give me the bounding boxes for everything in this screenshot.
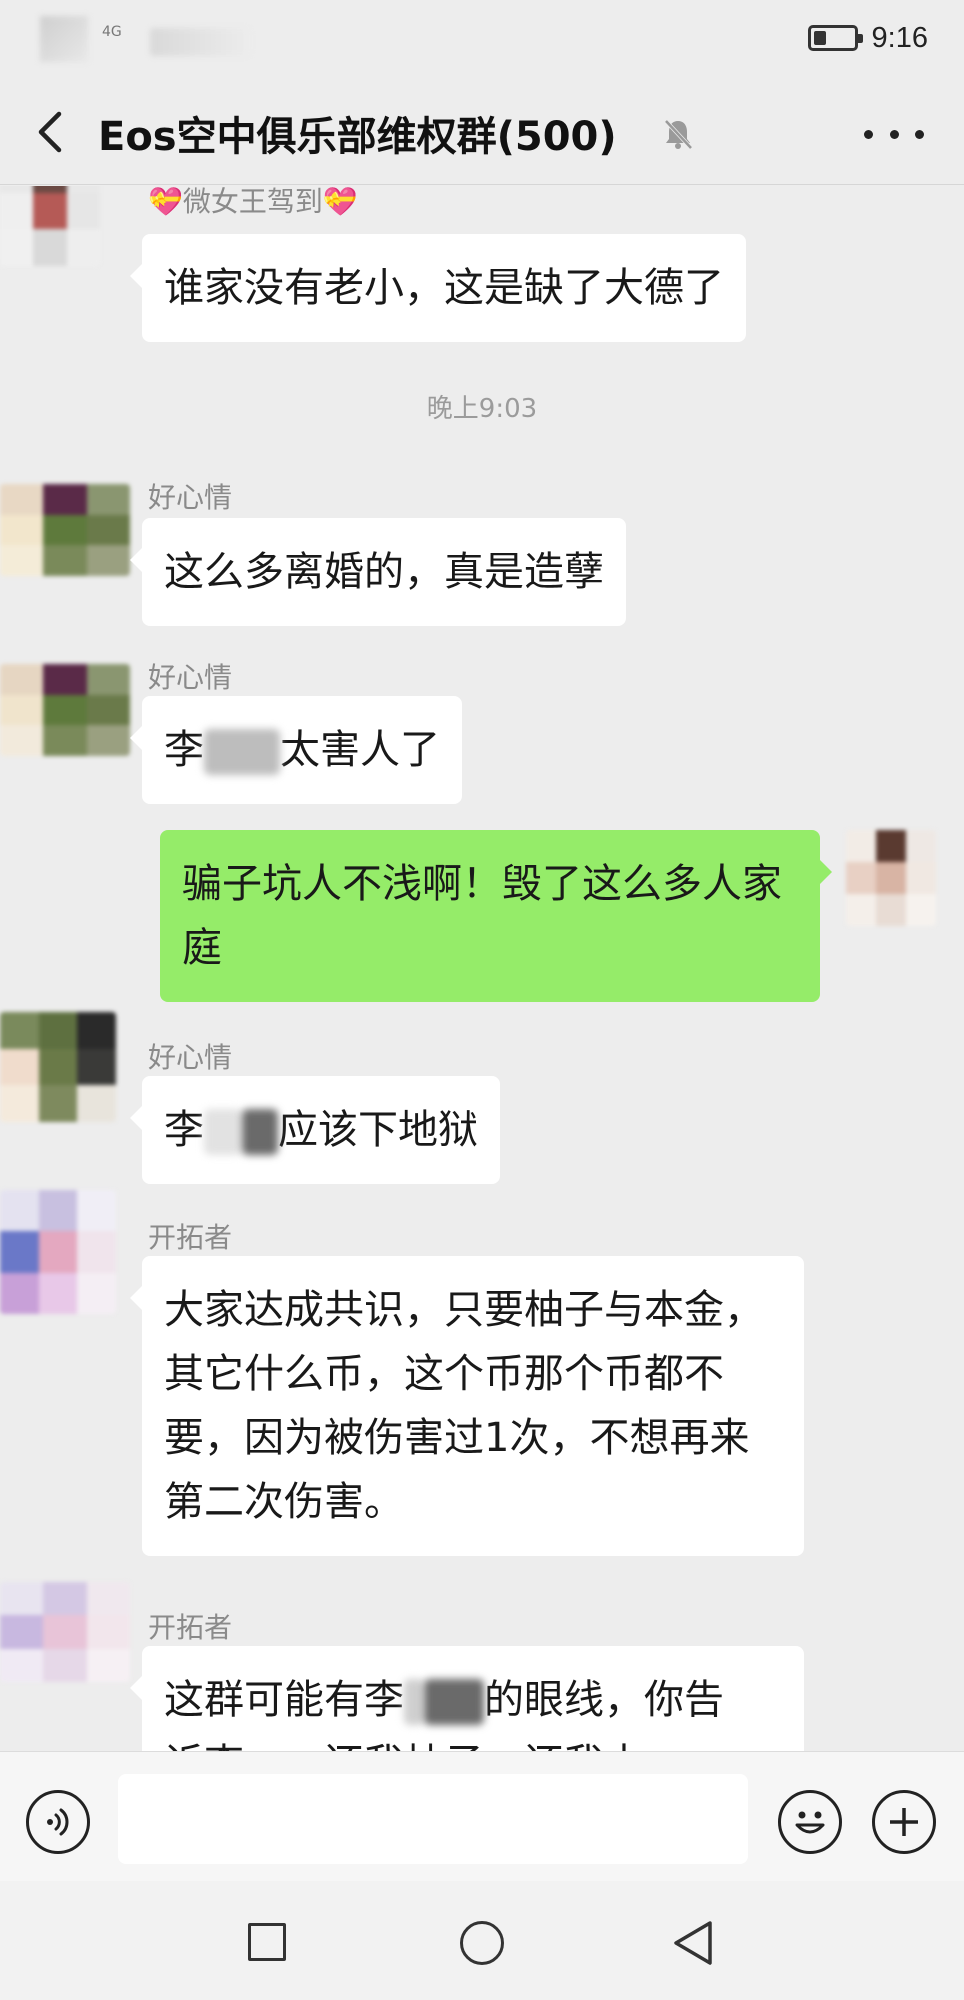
message-text: 应该下地狱 xyxy=(278,1107,478,1153)
message-text: 李 xyxy=(164,727,204,773)
message-bubble-own[interactable]: 骗子坑人不浅啊！毁了这么多人家庭 xyxy=(160,830,832,1002)
system-navigation-bar xyxy=(0,1881,964,2000)
redacted-text xyxy=(404,1679,424,1725)
status-right: 9:16 xyxy=(807,18,928,58)
avatar[interactable] xyxy=(846,830,936,926)
message-bubble[interactable]: 李 太害人了 xyxy=(130,696,462,804)
redacted-text xyxy=(204,1109,242,1155)
redacted-text xyxy=(242,1109,278,1155)
message-bubble[interactable]: 这群可能有李 的眼线，你告 诉李…，还我柚子，还我本 xyxy=(130,1646,804,1751)
triangle-back-icon[interactable] xyxy=(670,1919,716,1967)
message-bubble[interactable]: 这么多离婚的，真是造孽 xyxy=(130,518,626,626)
message-bubble[interactable]: 谁家没有老小，这是缺了大德了 xyxy=(130,234,746,342)
time-divider: 晚上9:03 xyxy=(426,394,538,424)
message-text: 这群可能有李 xyxy=(164,1677,404,1723)
sender-name: 好心情 xyxy=(148,1041,233,1074)
network-type: 4G xyxy=(102,24,122,40)
voice-button[interactable] xyxy=(26,1790,90,1854)
sender-name: 开拓者 xyxy=(148,1611,233,1644)
message-list[interactable]: 💝微女王驾到💝 谁家没有老小，这是缺了大德了 晚上9:03 好心情 这么多离婚的… xyxy=(0,186,964,1751)
sender-name: 开拓者 xyxy=(148,1221,233,1254)
plus-icon xyxy=(890,1808,918,1836)
back-button[interactable] xyxy=(26,108,74,156)
sender-name: 好心情 xyxy=(148,661,233,694)
sender-name: 💝微女王驾到💝 xyxy=(148,186,358,218)
redacted-text xyxy=(204,729,280,775)
sender-name: 好心情 xyxy=(148,481,233,514)
input-bar xyxy=(0,1751,964,1881)
circle-icon[interactable] xyxy=(460,1921,504,1965)
signal-indicators: 4G xyxy=(40,16,260,64)
emoji-icon xyxy=(795,1811,825,1834)
message-bubble[interactable]: 大家达成共识，只要柚子与本金，其它什么币，这个币那个币都不要，因为被伤害过1次，… xyxy=(130,1256,804,1556)
message-input[interactable] xyxy=(118,1774,748,1864)
sim-icon xyxy=(40,16,88,62)
status-time: 9:16 xyxy=(871,21,928,54)
bell-muted-icon xyxy=(664,119,693,150)
more-button[interactable] xyxy=(864,116,924,152)
status-bar: 4G 9:16 xyxy=(0,0,964,80)
avatar[interactable] xyxy=(0,664,130,756)
chat-header: Eos空中俱乐部维权群(500) xyxy=(0,80,964,185)
avatar[interactable] xyxy=(0,484,130,576)
avatar[interactable] xyxy=(0,186,100,266)
message-bubble[interactable]: 李 应该下地狱 xyxy=(130,1076,500,1184)
avatar[interactable] xyxy=(0,1012,116,1122)
message-line: 诉李…，还我柚子，还我本 xyxy=(164,1732,782,1751)
message-line: 这群可能有李 的眼线，你告 xyxy=(164,1668,782,1732)
redacted-text xyxy=(424,1679,484,1725)
message-text: 李 xyxy=(164,1107,204,1153)
square-icon[interactable] xyxy=(248,1923,286,1961)
chevron-left-icon xyxy=(38,111,62,153)
emoji-button[interactable] xyxy=(778,1790,842,1854)
avatar[interactable] xyxy=(0,1582,130,1682)
battery-icon xyxy=(807,25,863,51)
more-dots-icon xyxy=(864,129,873,139)
chat-title: Eos空中俱乐部维权群(500) xyxy=(98,114,617,160)
message-text: 太害人了 xyxy=(280,727,440,773)
avatar[interactable] xyxy=(0,1190,116,1314)
voice-icon xyxy=(47,1808,69,1836)
plus-button[interactable] xyxy=(872,1790,936,1854)
signal-bars-icon xyxy=(150,28,250,56)
message-text: 的眼线，你告 xyxy=(484,1677,724,1723)
